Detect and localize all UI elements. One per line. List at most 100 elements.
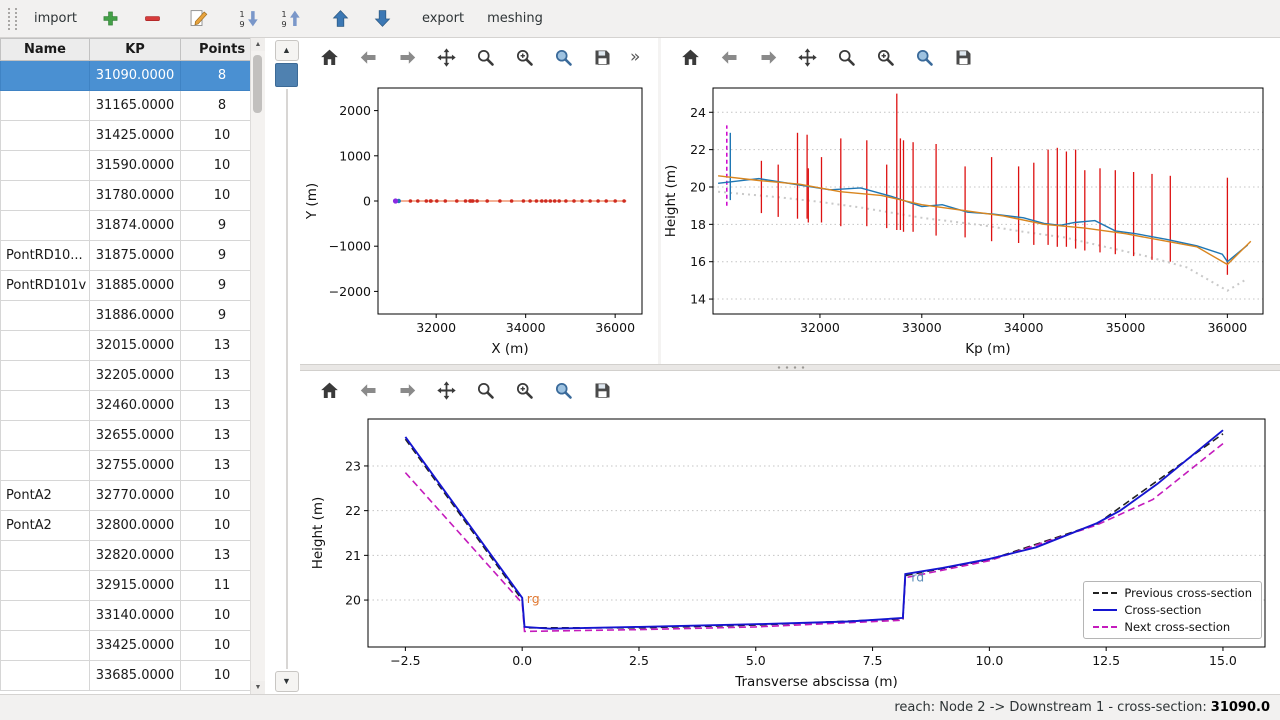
cell-kp[interactable]: 32820.0000 bbox=[90, 541, 181, 571]
table-row[interactable]: 33140.000010 bbox=[1, 601, 251, 631]
home-button[interactable] bbox=[314, 43, 344, 71]
cell-kp[interactable]: 32015.0000 bbox=[90, 331, 181, 361]
cell-kp[interactable]: 32655.0000 bbox=[90, 421, 181, 451]
forward-button[interactable] bbox=[753, 43, 783, 71]
edit-cross-section-button[interactable] bbox=[180, 4, 217, 34]
home-button[interactable] bbox=[314, 376, 344, 404]
customize-button[interactable] bbox=[548, 43, 578, 71]
zoom-button[interactable] bbox=[470, 43, 500, 71]
cell-kp[interactable]: 31875.0000 bbox=[90, 241, 181, 271]
cell-points[interactable]: 8 bbox=[181, 61, 251, 91]
cell-kp[interactable]: 32915.0000 bbox=[90, 571, 181, 601]
cell-points[interactable]: 8 bbox=[181, 91, 251, 121]
cell-kp[interactable]: 31090.0000 bbox=[90, 61, 181, 91]
cell-points[interactable]: 10 bbox=[181, 121, 251, 151]
forward-button[interactable] bbox=[392, 376, 422, 404]
customize-button[interactable] bbox=[909, 43, 939, 71]
column-header-name[interactable]: Name bbox=[1, 39, 90, 61]
cell-kp[interactable]: 33685.0000 bbox=[90, 661, 181, 691]
table-row[interactable]: PontRD101v31885.00009 bbox=[1, 271, 251, 301]
cell-name[interactable] bbox=[1, 661, 90, 691]
forward-button[interactable] bbox=[392, 43, 422, 71]
cell-name[interactable] bbox=[1, 421, 90, 451]
cell-points[interactable]: 9 bbox=[181, 301, 251, 331]
cell-points[interactable]: 9 bbox=[181, 271, 251, 301]
remove-cross-section-button[interactable] bbox=[134, 4, 171, 34]
import-button[interactable]: import bbox=[26, 4, 85, 34]
horizontal-splitter[interactable] bbox=[300, 364, 1280, 371]
cell-kp[interactable]: 32755.0000 bbox=[90, 451, 181, 481]
cell-name[interactable] bbox=[1, 451, 90, 481]
toolbar-drag-handle[interactable] bbox=[8, 8, 17, 30]
cell-points[interactable]: 9 bbox=[181, 211, 251, 241]
table-row[interactable]: 32655.000013 bbox=[1, 421, 251, 451]
add-cross-section-button[interactable] bbox=[92, 4, 129, 34]
table-row[interactable]: 33685.000010 bbox=[1, 661, 251, 691]
table-row[interactable]: 31425.000010 bbox=[1, 121, 251, 151]
plan-view-plot[interactable]: 320003400036000−2000−1000010002000X (m)Y… bbox=[300, 76, 652, 364]
table-row[interactable]: 32755.000013 bbox=[1, 451, 251, 481]
cell-kp[interactable]: 31425.0000 bbox=[90, 121, 181, 151]
cell-kp[interactable]: 31886.0000 bbox=[90, 301, 181, 331]
subplots-button[interactable] bbox=[509, 43, 539, 71]
cell-name[interactable] bbox=[1, 301, 90, 331]
cell-points[interactable]: 10 bbox=[181, 601, 251, 631]
cell-name[interactable] bbox=[1, 601, 90, 631]
longitudinal-profile-plot[interactable]: 3200033000340003500036000141618202224Kp … bbox=[661, 76, 1277, 364]
cell-name[interactable] bbox=[1, 391, 90, 421]
cell-kp[interactable]: 31590.0000 bbox=[90, 151, 181, 181]
cell-points[interactable]: 10 bbox=[181, 661, 251, 691]
cell-kp[interactable]: 32770.0000 bbox=[90, 481, 181, 511]
cell-points[interactable]: 13 bbox=[181, 331, 251, 361]
meshing-button[interactable]: meshing bbox=[479, 4, 551, 34]
table-row[interactable]: PontA232800.000010 bbox=[1, 511, 251, 541]
cell-kp[interactable]: 31780.0000 bbox=[90, 181, 181, 211]
pan-button[interactable] bbox=[431, 376, 461, 404]
cell-name[interactable]: PontA2 bbox=[1, 481, 90, 511]
back-button[interactable] bbox=[353, 376, 383, 404]
sort-descending-button[interactable] bbox=[230, 4, 267, 34]
column-header-points[interactable]: Points bbox=[181, 39, 251, 61]
cell-kp[interactable]: 31165.0000 bbox=[90, 91, 181, 121]
section-down-button[interactable]: ▼ bbox=[275, 671, 299, 692]
splitter-handle[interactable] bbox=[775, 366, 805, 369]
table-row[interactable]: 32460.000013 bbox=[1, 391, 251, 421]
cell-kp[interactable]: 32205.0000 bbox=[90, 361, 181, 391]
section-up-button[interactable]: ▲ bbox=[275, 40, 299, 61]
cell-points[interactable]: 11 bbox=[181, 571, 251, 601]
cell-points[interactable]: 10 bbox=[181, 481, 251, 511]
cell-points[interactable]: 13 bbox=[181, 391, 251, 421]
home-button[interactable] bbox=[675, 43, 705, 71]
scrollbar-track[interactable] bbox=[251, 51, 265, 681]
table-scrollbar[interactable]: ▲ ▼ bbox=[250, 38, 265, 694]
table-row[interactable]: 32820.000013 bbox=[1, 541, 251, 571]
subplots-button[interactable] bbox=[870, 43, 900, 71]
table-row[interactable]: 32915.000011 bbox=[1, 571, 251, 601]
cell-points[interactable]: 13 bbox=[181, 541, 251, 571]
cell-kp[interactable]: 32800.0000 bbox=[90, 511, 181, 541]
table-row[interactable]: 31886.00009 bbox=[1, 301, 251, 331]
scrollbar-thumb[interactable] bbox=[253, 55, 262, 113]
move-down-button[interactable] bbox=[364, 4, 401, 34]
table-row[interactable]: 31165.00008 bbox=[1, 91, 251, 121]
cell-kp[interactable]: 33425.0000 bbox=[90, 631, 181, 661]
table-row[interactable]: 33425.000010 bbox=[1, 631, 251, 661]
cell-kp[interactable]: 31885.0000 bbox=[90, 271, 181, 301]
table-row[interactable]: 31780.000010 bbox=[1, 181, 251, 211]
back-button[interactable] bbox=[353, 43, 383, 71]
table-row[interactable]: 31590.000010 bbox=[1, 151, 251, 181]
cell-points[interactable]: 13 bbox=[181, 361, 251, 391]
cell-points[interactable]: 9 bbox=[181, 241, 251, 271]
cell-points[interactable]: 10 bbox=[181, 631, 251, 661]
cell-name[interactable] bbox=[1, 91, 90, 121]
cross-section-plot[interactable]: rgrd−2.50.02.55.07.510.012.515.020212223… bbox=[300, 409, 1275, 697]
cell-kp[interactable]: 32460.0000 bbox=[90, 391, 181, 421]
table-row[interactable]: 31874.00009 bbox=[1, 211, 251, 241]
table-row[interactable]: PontA232770.000010 bbox=[1, 481, 251, 511]
toolbar-overflow-chevron[interactable]: » bbox=[630, 47, 640, 67]
cell-name[interactable] bbox=[1, 631, 90, 661]
table-row[interactable]: 31090.00008 bbox=[1, 61, 251, 91]
back-button[interactable] bbox=[714, 43, 744, 71]
cell-points[interactable]: 10 bbox=[181, 151, 251, 181]
cell-name[interactable] bbox=[1, 541, 90, 571]
